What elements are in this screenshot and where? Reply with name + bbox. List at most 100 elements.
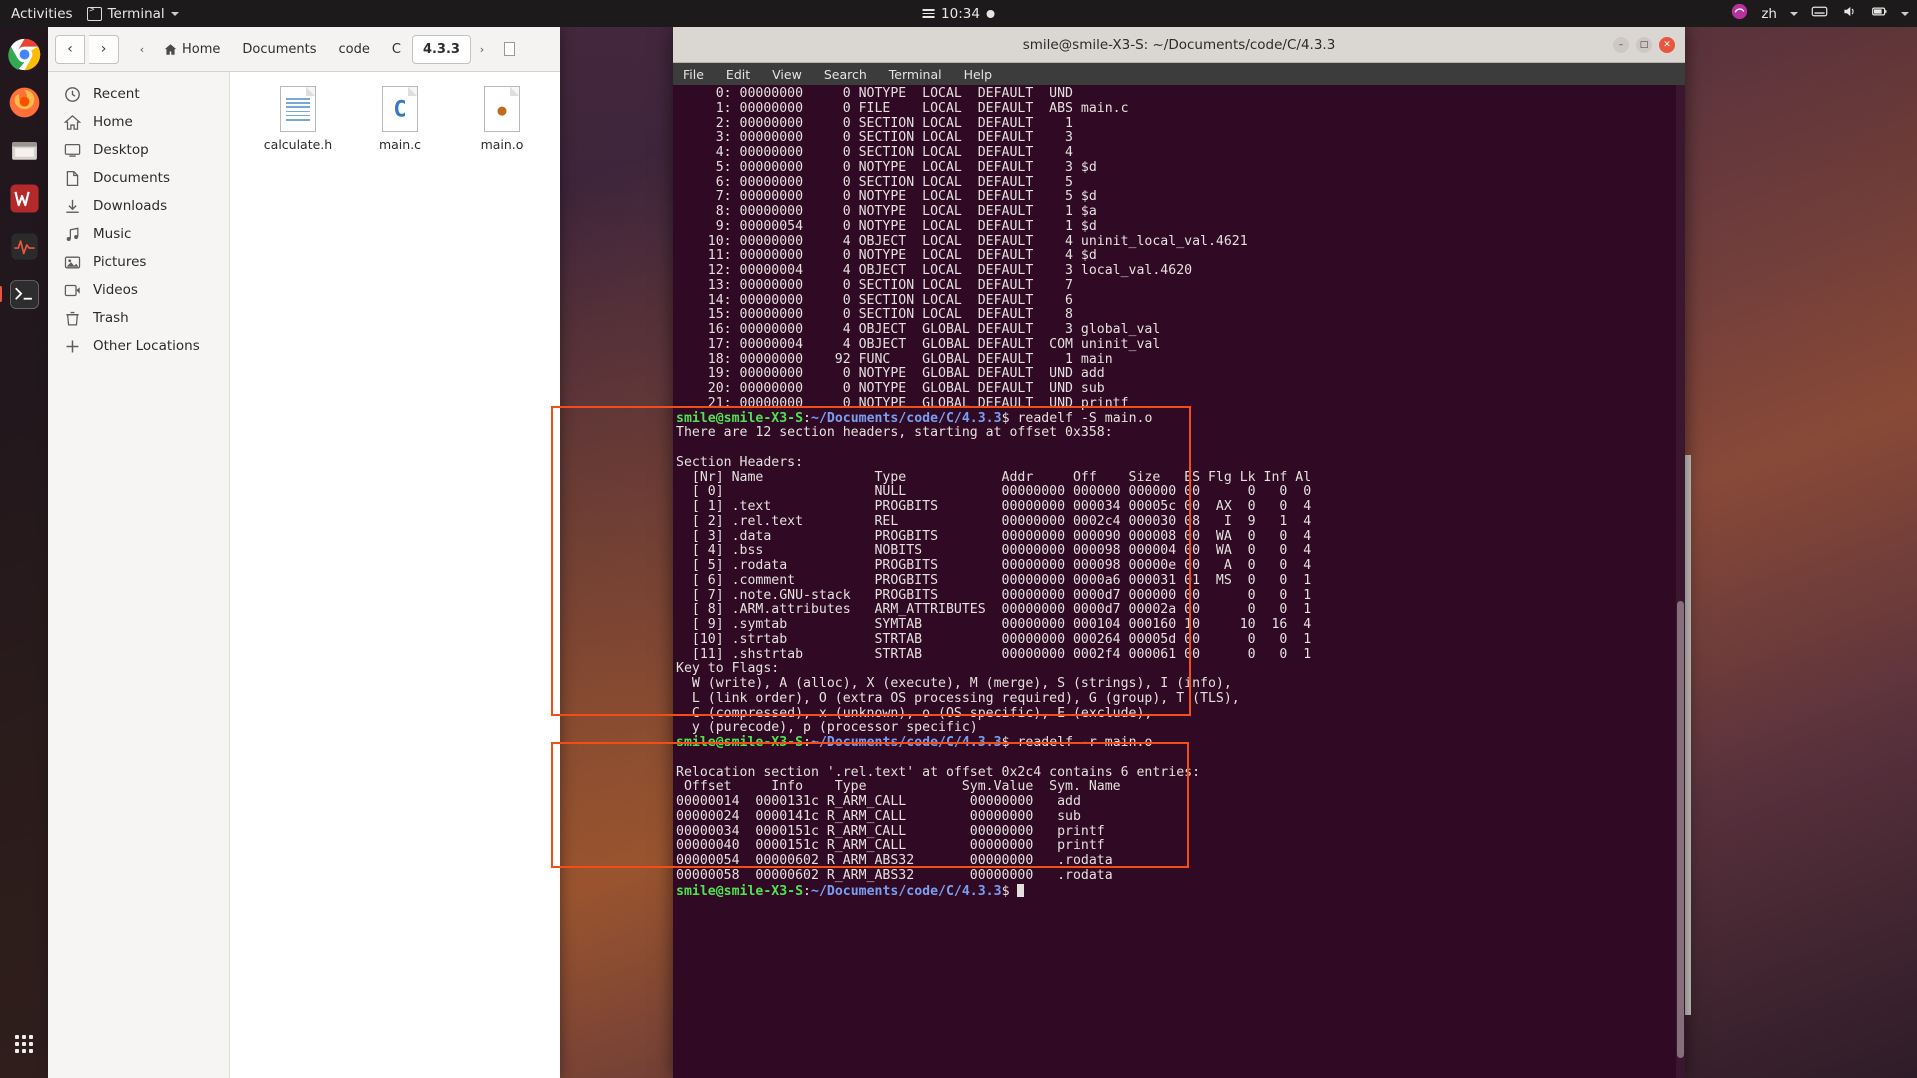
terminal-output[interactable]: 0: 00000000 0 NOTYPE LOCAL DEFAULT UND 1…	[673, 85, 1685, 1078]
files-window: ‹ › ‹ Home Documents code C 4.3.3 › Rece…	[48, 27, 560, 1078]
clock-area[interactable]: 10:34	[922, 6, 995, 22]
home-icon	[164, 43, 177, 55]
apps-grid-icon	[15, 1035, 33, 1053]
videos-icon	[64, 284, 80, 296]
menu-view[interactable]: View	[772, 67, 802, 82]
terminal-title-label: smile@smile-X3-S: ~/Documents/code/C/4.3…	[1022, 36, 1336, 53]
c-source-file-icon: C	[382, 86, 418, 132]
music-icon	[66, 227, 79, 241]
keyboard-icon[interactable]	[1811, 3, 1828, 24]
terminal-scrollbar[interactable]	[1676, 85, 1685, 1078]
terminal-menubar: File Edit View Search Terminal Help	[673, 63, 1685, 85]
documents-icon	[66, 170, 79, 186]
app-menu-button[interactable]: Terminal	[86, 5, 179, 22]
sidebar-item-home[interactable]: Home	[48, 108, 229, 136]
power-chevron-icon[interactable]	[1901, 11, 1909, 16]
menu-terminal[interactable]: Terminal	[889, 67, 942, 82]
sidebar-label: Documents	[93, 170, 170, 186]
file-icon	[503, 42, 515, 56]
trash-icon	[66, 311, 79, 326]
breadcrumb-c[interactable]: C	[381, 35, 412, 64]
activities-button[interactable]: Activities	[11, 6, 73, 22]
sidebar-item-trash[interactable]: Trash	[48, 304, 229, 332]
files-content: calculate.h C main.c ● main.o	[230, 72, 560, 1078]
home-icon	[64, 114, 81, 130]
sidebar-label: Videos	[93, 282, 138, 298]
show-applications-button[interactable]	[4, 1024, 44, 1064]
sidebar-item-music[interactable]: Music	[48, 220, 229, 248]
header-file-icon	[280, 86, 316, 132]
dock	[0, 27, 48, 1078]
plus-icon	[66, 340, 79, 352]
maximize-button[interactable]: □	[1636, 36, 1652, 53]
sidebar-label: Other Locations	[93, 338, 200, 354]
top-bar: Activities Terminal 10:34 zh	[0, 0, 1917, 27]
breadcrumb-next-icon[interactable]: ›	[471, 35, 493, 64]
menu-search[interactable]: Search	[824, 67, 867, 82]
sidebar-item-documents[interactable]: Documents	[48, 164, 229, 192]
minimize-button[interactable]: –	[1613, 36, 1629, 53]
file-label: main.o	[480, 137, 524, 152]
sidebar-item-recent[interactable]: Recent	[48, 80, 229, 108]
terminal-titlebar[interactable]: smile@smile-X3-S: ~/Documents/code/C/4.3…	[673, 27, 1685, 63]
sidebar-item-other-locations[interactable]: Other Locations	[48, 332, 229, 360]
sidebar-item-downloads[interactable]: Downloads	[48, 192, 229, 220]
breadcrumb: ‹ Home Documents code C 4.3.3 ›	[131, 34, 526, 64]
clock-icon	[65, 86, 80, 102]
language-chevron-icon[interactable]	[1790, 11, 1798, 16]
close-button[interactable]: ✕	[1659, 36, 1675, 53]
battery-icon[interactable]	[1871, 3, 1888, 24]
sidebar-item-desktop[interactable]: Desktop	[48, 136, 229, 164]
dock-item-system-monitor[interactable]	[4, 226, 44, 266]
background-window-edge	[1685, 455, 1691, 1015]
object-file-icon: ●	[484, 86, 520, 132]
chevron-down-icon	[170, 11, 179, 16]
desktop-icon	[64, 143, 81, 157]
terminal-text: 0: 00000000 0 NOTYPE LOCAL DEFAULT UND 1…	[676, 86, 1312, 899]
sidebar-label: Music	[93, 226, 132, 242]
language-indicator[interactable]: zh	[1761, 6, 1777, 22]
breadcrumb-current[interactable]: 4.3.3	[411, 34, 471, 64]
breadcrumb-code[interactable]: code	[328, 35, 381, 64]
recording-dot-icon	[986, 9, 995, 18]
back-button[interactable]: ‹	[55, 34, 85, 64]
sidebar-label: Desktop	[93, 142, 149, 158]
breadcrumb-file-entry[interactable]	[493, 35, 526, 64]
downloads-icon	[66, 199, 79, 213]
breadcrumb-overflow-icon[interactable]: ‹	[131, 35, 153, 64]
terminal-icon	[86, 5, 102, 21]
file-item-main-c[interactable]: C main.c	[360, 86, 440, 152]
dock-item-firefox[interactable]	[4, 82, 44, 122]
sidebar-label: Downloads	[93, 198, 168, 214]
menu-edit[interactable]: Edit	[726, 67, 750, 82]
file-item-main-o[interactable]: ● main.o	[462, 86, 542, 152]
dock-item-terminal[interactable]	[0, 274, 44, 314]
file-label: calculate.h	[263, 137, 333, 152]
breadcrumb-home-label: Home	[182, 41, 221, 57]
breadcrumb-documents[interactable]: Documents	[231, 35, 327, 64]
pictures-icon	[64, 256, 81, 268]
scrollbar-thumb[interactable]	[1677, 601, 1684, 1059]
sidebar-item-pictures[interactable]: Pictures	[48, 248, 229, 276]
menu-help[interactable]: Help	[964, 67, 993, 82]
sidebar-label: Pictures	[93, 254, 147, 270]
file-label: main.c	[378, 137, 422, 152]
sidebar-label: Recent	[93, 86, 140, 102]
files-toolbar: ‹ › ‹ Home Documents code C 4.3.3 ›	[48, 27, 560, 72]
sidebar-item-videos[interactable]: Videos	[48, 276, 229, 304]
breadcrumb-home[interactable]: Home	[153, 35, 231, 64]
menu-file[interactable]: File	[683, 67, 704, 82]
firefox-circle-icon[interactable]	[1731, 3, 1748, 24]
file-item-calculate-h[interactable]: calculate.h	[258, 86, 338, 152]
sidebar-label: Trash	[93, 310, 129, 326]
files-sidebar: Recent Home Desktop Documents Downloads …	[48, 72, 230, 1078]
dock-item-wps[interactable]	[4, 178, 44, 218]
volume-icon[interactable]	[1841, 3, 1858, 24]
menu-lines-icon	[922, 9, 935, 18]
sidebar-label: Home	[93, 114, 133, 130]
clock-label: 10:34	[941, 5, 980, 22]
dock-item-files[interactable]	[4, 130, 44, 170]
dock-item-chrome[interactable]	[4, 34, 44, 74]
terminal-window: smile@smile-X3-S: ~/Documents/code/C/4.3…	[673, 27, 1685, 1078]
forward-button[interactable]: ›	[89, 34, 119, 64]
